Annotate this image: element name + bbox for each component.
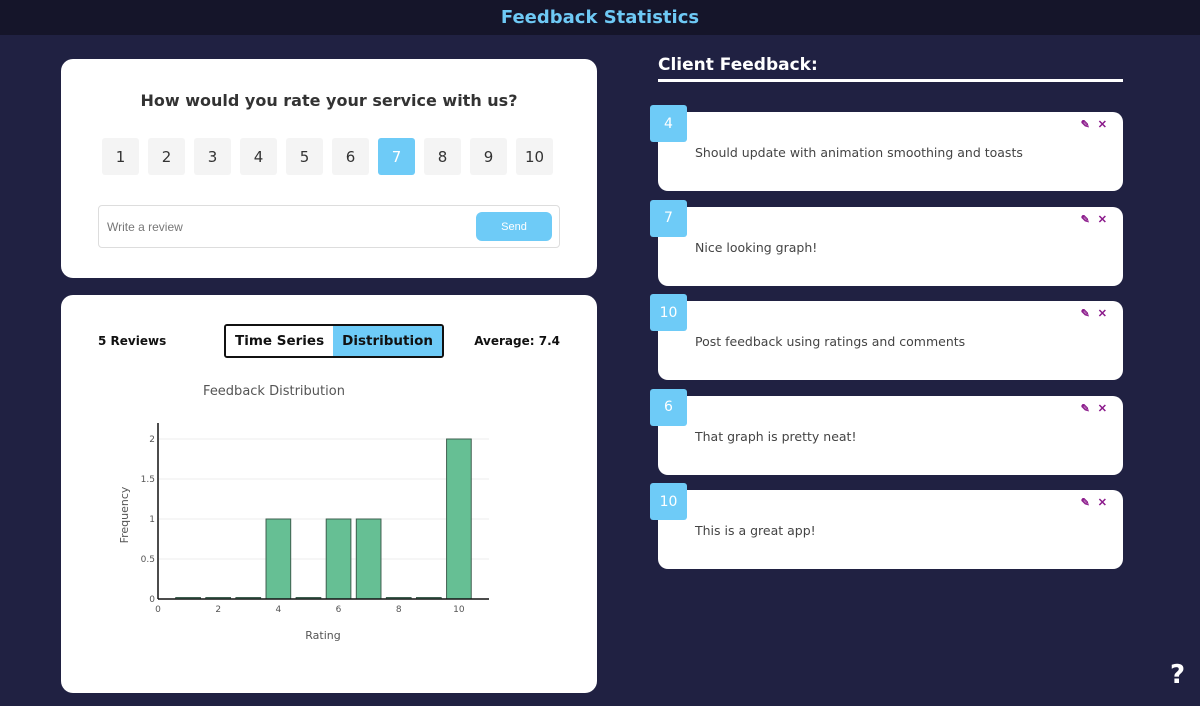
- feedback-rating-badge: 6: [650, 388, 687, 426]
- feedback-item: 7 ✎ ✕ Nice looking graph!: [650, 199, 1123, 286]
- y-tick-label: 1: [149, 515, 155, 525]
- feedback-text: Post feedback using ratings and comments: [695, 334, 966, 349]
- bar: [446, 438, 472, 600]
- rating-option-6[interactable]: 6: [332, 138, 369, 175]
- rating-option-10[interactable]: 10: [516, 138, 553, 175]
- feedback-text: This is a great app!: [695, 523, 816, 538]
- feedback-actions: ✎ ✕: [1081, 214, 1107, 226]
- rating-question: How would you rate your service with us?: [140, 91, 518, 110]
- feedback-rating-badge: 7: [650, 199, 687, 237]
- y-tick-label: 1.5: [141, 475, 155, 485]
- feedback-rating-badge: 4: [650, 105, 687, 142]
- rating-option-3[interactable]: 3: [194, 138, 231, 175]
- y-tick-label: 0.5: [141, 555, 155, 565]
- close-icon[interactable]: ✕: [1098, 498, 1107, 509]
- y-axis-label: Frequency: [118, 486, 131, 543]
- bar: [325, 518, 352, 600]
- feedback-actions: ✎ ✕: [1081, 403, 1107, 415]
- feedback-item: 10 ✎ ✕ Post feedback using ratings and comm…: [650, 294, 1123, 380]
- bar: [265, 518, 292, 600]
- rating-option-8[interactable]: 8: [424, 138, 461, 175]
- edit-icon[interactable]: ✎: [1081, 120, 1090, 131]
- chart-svg: Feedback Distribution 0 0.5 1 1.5 2 0 2 4 6 8 10 Rat…: [118, 384, 489, 642]
- feedback-actions: ✎ ✕: [1081, 120, 1107, 131]
- y-tick-label: 2: [149, 435, 155, 445]
- edit-icon[interactable]: ✎: [1081, 214, 1090, 226]
- tab-time-series[interactable]: Time Series: [226, 326, 334, 356]
- feedback-title: Client Feedback:: [658, 55, 818, 75]
- review-input[interactable]: [107, 219, 476, 234]
- close-icon[interactable]: ✕: [1098, 309, 1107, 320]
- feedback-divider: [658, 79, 1123, 82]
- top-bar: Feedback Statistics: [0, 0, 1200, 35]
- chart-title: Feedback Distribution: [203, 384, 345, 399]
- distribution-chart: Feedback Distribution 0 0.5 1 1.5 2 0 2 4 6 8 10 Rat…: [111, 375, 551, 655]
- x-tick-label: 4: [275, 605, 281, 615]
- edit-icon[interactable]: ✎: [1081, 309, 1090, 320]
- edit-icon[interactable]: ✎: [1081, 498, 1090, 509]
- close-icon[interactable]: ✕: [1098, 403, 1107, 415]
- x-axis-label: Rating: [305, 629, 340, 642]
- x-tick-label: 0: [155, 605, 161, 615]
- feedback-actions: ✎ ✕: [1081, 309, 1107, 320]
- rating-card: How would you rate your service with us?…: [61, 59, 597, 278]
- average-rating: Average: 7.4: [474, 334, 560, 348]
- feedback-text: Nice looking graph!: [695, 239, 818, 255]
- rating-option-2[interactable]: 2: [148, 138, 185, 175]
- stats-card: 5 Reviews Time Series Distribution Avera…: [61, 295, 597, 693]
- rating-option-7[interactable]: 7: [378, 138, 415, 175]
- bar: [355, 518, 382, 600]
- app-title: Feedback Statistics: [500, 7, 700, 28]
- rating-option-5[interactable]: 5: [286, 138, 323, 175]
- feedback-rating-badge: 10: [650, 483, 687, 520]
- y-tick-label: 0: [149, 595, 155, 605]
- x-tick-label: 10: [453, 605, 465, 615]
- feedback-actions: ✎ ✕: [1081, 498, 1107, 509]
- rating-option-9[interactable]: 9: [470, 138, 507, 175]
- x-tick-label: 6: [336, 605, 342, 615]
- send-button[interactable]: Send: [476, 212, 552, 241]
- feedback-item: 10 ✎ ✕ This is a great app!: [650, 483, 1123, 569]
- tab-distribution[interactable]: Distribution: [333, 326, 442, 356]
- help-button[interactable]: ?: [1170, 660, 1185, 690]
- chart-view-toggle: Time Series Distribution: [224, 324, 444, 358]
- edit-icon[interactable]: ✎: [1081, 403, 1090, 415]
- feedback-item: 6 ✎ ✕ That graph is pretty neat!: [650, 388, 1123, 475]
- feedback-text: Should update with animation smoothing a…: [695, 145, 1023, 160]
- review-count: 5 Reviews: [98, 334, 167, 348]
- x-tick-label: 8: [396, 605, 402, 615]
- close-icon[interactable]: ✕: [1098, 120, 1107, 131]
- feedback-text: That graph is pretty neat!: [695, 428, 857, 444]
- feedback-rating-badge: 10: [650, 294, 687, 331]
- review-form: Send: [98, 205, 560, 248]
- feedback-item: 4 ✎ ✕ Should update with animation smoothin…: [650, 105, 1123, 191]
- x-tick-label: 2: [215, 605, 221, 615]
- rating-option-1[interactable]: 1: [102, 138, 139, 175]
- rating-options: 1 2 3 4 5 6 7 8 9 10: [102, 138, 553, 175]
- rating-option-4[interactable]: 4: [240, 138, 277, 175]
- close-icon[interactable]: ✕: [1098, 214, 1107, 226]
